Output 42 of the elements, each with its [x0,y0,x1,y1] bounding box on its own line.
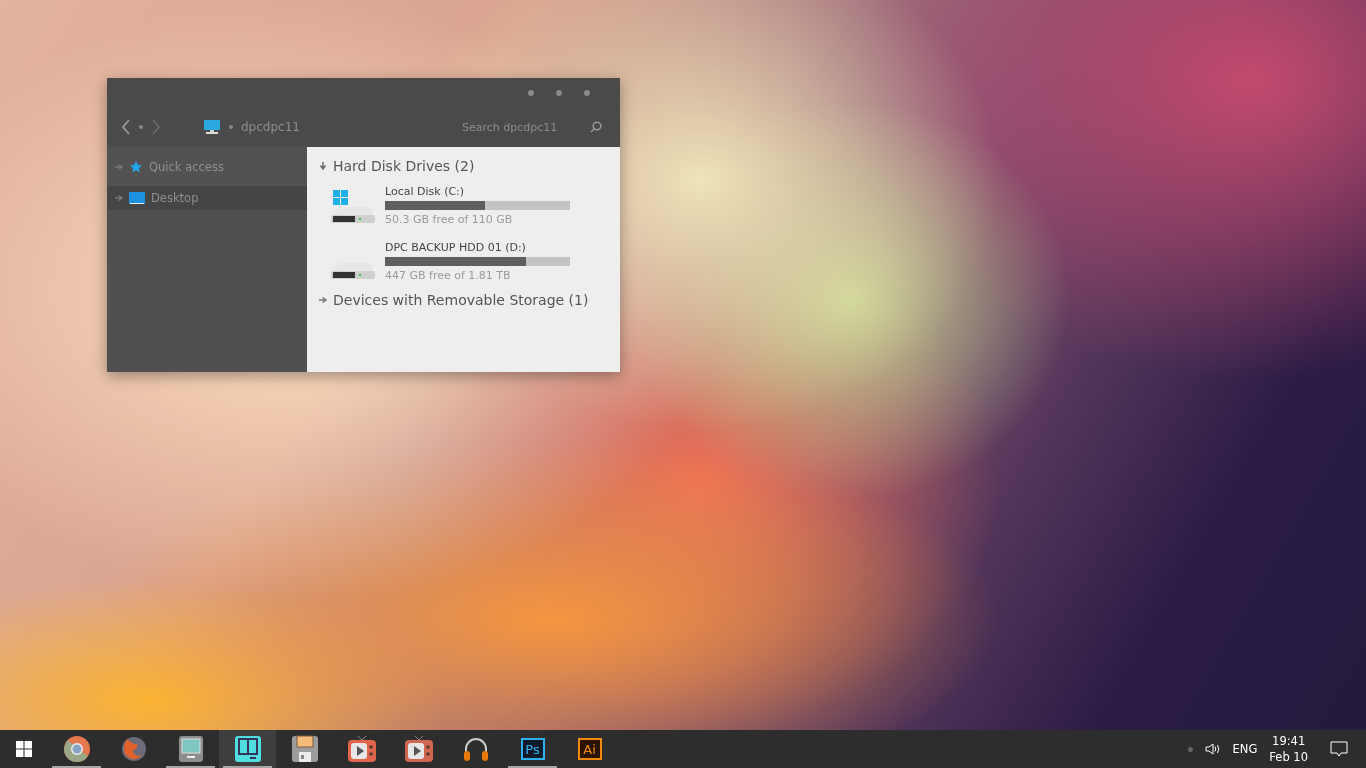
chrome-ball-icon[interactable] [62,735,91,763]
search-icon[interactable] [590,121,602,133]
drive-name[interactable]: Local Disk (C:) [385,184,570,198]
computer-monitor-icon [203,119,221,135]
desktop-icon [129,191,145,205]
sidebar-label: Desktop [151,191,199,205]
window-control-dot[interactable] [584,89,590,96]
down-arrow-icon[interactable] [319,162,327,170]
right-arrow-icon[interactable] [319,296,327,304]
split-window-icon[interactable] [233,735,262,763]
window-control-dot[interactable] [556,89,562,96]
volume-icon[interactable] [1204,742,1221,756]
fox-icon[interactable] [119,735,148,763]
windows-logo-icon [16,741,32,757]
free-space-text: 50.3 GB free of 110 GB [385,212,514,226]
photoshop-icon[interactable]: Ps [520,738,545,760]
taskbar-app[interactable] [219,730,276,768]
tray-dot[interactable] [1187,746,1193,752]
search-field[interactable]: Search dpcdpc11 [460,119,582,135]
windows-logo-icon [333,190,349,205]
tv-icon[interactable] [403,735,434,763]
back-icon[interactable] [121,119,131,135]
illustrator-icon[interactable]: Ai [577,738,602,760]
drive-icon [331,263,375,279]
window-control-dot[interactable] [528,89,534,96]
section-heading[interactable]: Hard Disk Drives (2) [333,158,475,174]
star-icon [129,159,143,174]
tv-icon[interactable] [346,735,377,763]
computer-icon[interactable] [176,735,205,763]
taskbar-app[interactable]: Ps [504,730,561,768]
drive-icon [331,207,375,223]
clock[interactable]: 19:41 Feb 10 [1269,734,1308,764]
sidebar-label: Quick access [149,159,224,174]
notification-icon[interactable] [1330,741,1348,757]
history-dot[interactable] [139,125,143,129]
free-space-text: 447 GB free of 1.81 TB [385,268,512,282]
language-indicator[interactable]: ENG [1232,742,1258,756]
breadcrumb-dot [229,125,233,129]
taskbar-app[interactable]: Ai [561,730,618,768]
headphones-icon[interactable] [461,735,490,763]
drive-name[interactable]: DPC BACKUP HDD 01 (D:) [385,240,570,254]
section-heading[interactable]: Devices with Removable Storage (1) [333,292,589,308]
